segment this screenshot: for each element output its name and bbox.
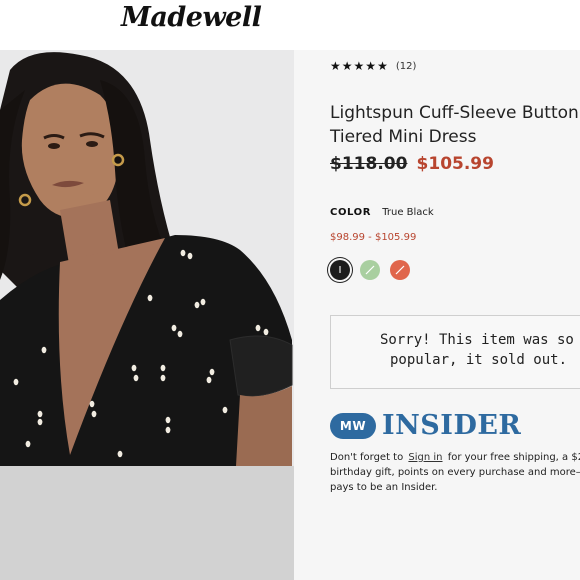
color-swatches — [330, 260, 420, 280]
sold-out-text-line1: Sorry! This item was so — [380, 332, 574, 348]
star-icon: ★ — [330, 59, 341, 73]
model-photo-illustration — [0, 50, 294, 466]
mw-badge-logo: MW — [330, 413, 376, 439]
star-icon: ★ — [341, 59, 353, 73]
sold-out-text-line2: popular, it sold out. — [390, 352, 568, 368]
product-rating[interactable]: ★ ★ ★ ★ ★ (12) — [330, 59, 416, 73]
swatch-true-black[interactable] — [330, 260, 350, 280]
star-icon: ★ — [353, 59, 365, 73]
product-photo[interactable] — [0, 50, 294, 466]
price-row: $118.00 $105.99 — [330, 154, 494, 174]
sold-out-message: Sorry! This item was so popular, it sold… — [330, 315, 580, 389]
insider-desc-before: Don't forget to — [330, 452, 404, 463]
product-image-panel — [0, 50, 294, 580]
sign-in-link[interactable]: Sign in — [408, 452, 442, 463]
review-count[interactable]: (12) — [396, 61, 417, 72]
swatch-green[interactable] — [360, 260, 380, 280]
swatch-texture-icon — [339, 266, 341, 273]
star-icon: ★ — [365, 59, 377, 73]
madewell-logo[interactable]: Madewell — [121, 2, 262, 33]
color-label: COLOR — [330, 207, 372, 218]
swatch-red[interactable] — [390, 260, 410, 280]
insider-description: Don't forget to Sign in for your free sh… — [330, 450, 580, 495]
site-header: Madewell — [0, 0, 580, 50]
insider-wordmark: INSIDER — [382, 410, 522, 441]
price-range: $98.99 - $105.99 — [330, 232, 417, 243]
swatch-texture-icon — [365, 265, 375, 275]
selected-color-name: True Black — [382, 207, 434, 218]
color-selection-label: COLOR True Black — [330, 207, 434, 218]
star-icon: ★ — [377, 59, 388, 73]
original-price: $118.00 — [330, 154, 408, 174]
product-info-panel: ★ ★ ★ ★ ★ (12) Lightspun Cuff-Sleeve But… — [294, 50, 580, 580]
product-title: Lightspun Cuff-Sleeve Button Tiered Mini… — [330, 103, 579, 148]
swatch-texture-icon — [395, 265, 405, 275]
sale-price: $105.99 — [416, 154, 494, 174]
insider-banner: MW INSIDER — [330, 412, 521, 440]
